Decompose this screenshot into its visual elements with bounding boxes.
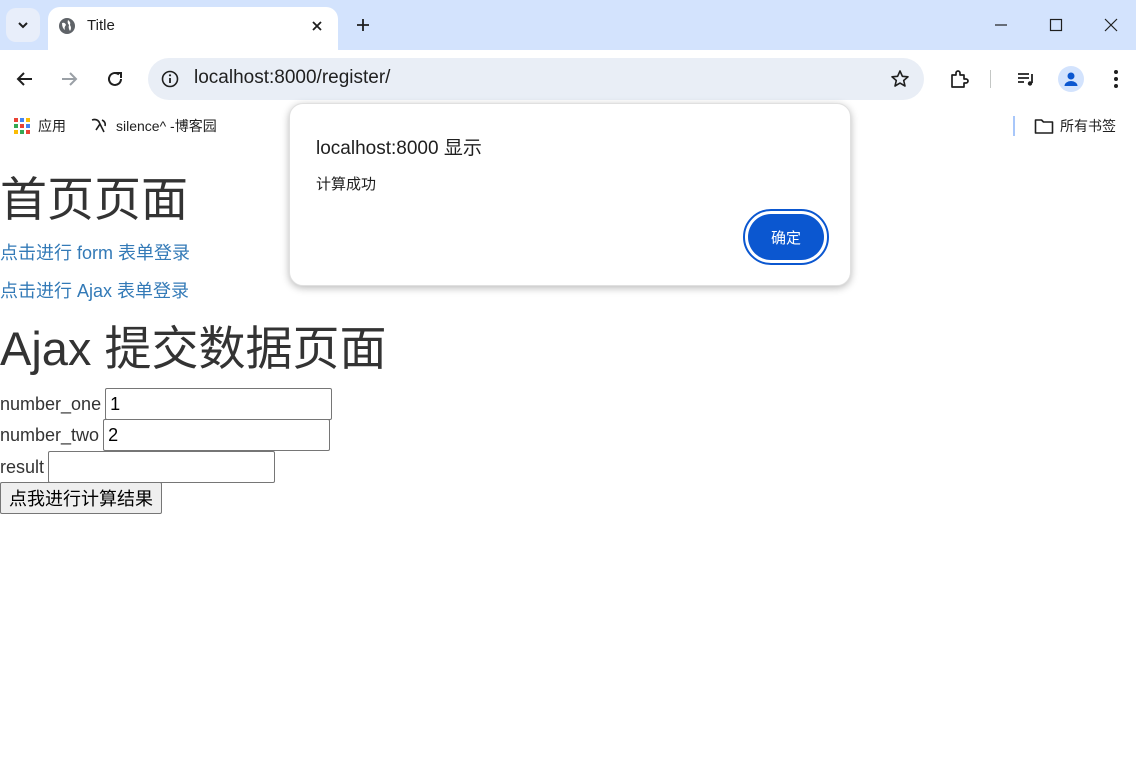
bookmark-blog[interactable]: silence^ -博客园 bbox=[90, 115, 217, 137]
plus-icon bbox=[357, 19, 369, 31]
browser-toolbar: localhost:8000/register/ bbox=[0, 50, 1136, 108]
window-close-button[interactable] bbox=[1085, 0, 1136, 50]
toolbar-divider bbox=[990, 70, 991, 88]
url-text: localhost:8000/register/ bbox=[194, 67, 391, 88]
new-tab-button[interactable] bbox=[351, 13, 375, 37]
result-label: result bbox=[0, 456, 45, 477]
tab-search-button[interactable] bbox=[6, 8, 40, 42]
bookmark-blog-label: silence^ -博客园 bbox=[116, 118, 217, 134]
minimize-icon bbox=[995, 24, 1007, 26]
maximize-icon bbox=[1049, 18, 1063, 32]
bookmark-apps[interactable]: 应用 bbox=[12, 115, 66, 137]
number-one-input[interactable] bbox=[105, 388, 333, 420]
dialog-ok-label: 确定 bbox=[748, 214, 824, 260]
forward-button[interactable] bbox=[55, 65, 83, 93]
number-two-input[interactable] bbox=[103, 419, 331, 451]
active-tab[interactable]: Title bbox=[48, 7, 338, 50]
close-icon bbox=[1104, 18, 1117, 32]
blog-logo-icon bbox=[90, 116, 110, 136]
bookmark-all-folder[interactable]: 所有书签 bbox=[1034, 115, 1116, 137]
arrow-right-icon bbox=[62, 72, 78, 86]
dialog-message: 计算成功 bbox=[316, 176, 377, 193]
info-icon bbox=[161, 70, 179, 88]
ajax-heading: Ajax 提交数据页面 bbox=[0, 322, 387, 375]
media-controls-button[interactable] bbox=[1012, 65, 1040, 93]
chevron-down-icon bbox=[18, 22, 28, 29]
dialog-title: localhost:8000 显示 bbox=[316, 138, 482, 159]
number-one-row: number_one bbox=[0, 388, 333, 420]
bookmark-apps-label: 应用 bbox=[38, 118, 66, 134]
dialog-ok-button[interactable]: 确定 bbox=[743, 209, 829, 265]
result-input[interactable] bbox=[48, 451, 276, 483]
bookmark-all-label: 所有书签 bbox=[1060, 118, 1116, 134]
tab-close-button[interactable] bbox=[306, 15, 328, 37]
alert-dialog: localhost:8000 显示 计算成功 确定 bbox=[289, 103, 851, 286]
arrow-left-icon bbox=[16, 72, 32, 86]
form-login-link[interactable]: 点击进行 form 表单登录 bbox=[0, 239, 190, 265]
site-info-button[interactable] bbox=[158, 67, 182, 91]
extensions-button[interactable] bbox=[945, 65, 973, 93]
back-button[interactable] bbox=[11, 65, 39, 93]
globe-icon bbox=[59, 18, 75, 34]
tab-strip: Title bbox=[0, 0, 1136, 50]
close-icon bbox=[312, 21, 322, 31]
more-vert-icon bbox=[1114, 70, 1118, 88]
calculate-button[interactable]: 点我进行计算结果 bbox=[0, 482, 162, 514]
puzzle-icon bbox=[951, 70, 969, 88]
person-icon bbox=[1064, 72, 1078, 86]
menu-button[interactable] bbox=[1102, 65, 1130, 93]
ajax-login-link[interactable]: 点击进行 Ajax 表单登录 bbox=[0, 277, 189, 303]
index-heading: 首页页面 bbox=[0, 173, 188, 226]
tab-title: Title bbox=[87, 17, 115, 34]
star-icon bbox=[891, 70, 909, 87]
result-row: result bbox=[0, 451, 276, 483]
folder-icon bbox=[1034, 116, 1054, 136]
profile-avatar[interactable] bbox=[1058, 66, 1084, 92]
address-bar[interactable]: localhost:8000/register/ bbox=[148, 58, 924, 100]
playlist-icon bbox=[1018, 73, 1033, 86]
apps-grid-icon bbox=[12, 116, 32, 136]
number-one-label: number_one bbox=[0, 393, 102, 414]
reload-icon bbox=[108, 71, 122, 86]
bookmarks-separator bbox=[1013, 116, 1015, 136]
maximize-button[interactable] bbox=[1027, 0, 1085, 50]
number-two-label: number_two bbox=[0, 424, 100, 445]
bookmark-star-button[interactable] bbox=[888, 67, 912, 91]
number-two-row: number_two bbox=[0, 419, 331, 451]
reload-button[interactable] bbox=[101, 65, 129, 93]
minimize-button[interactable] bbox=[972, 0, 1030, 50]
